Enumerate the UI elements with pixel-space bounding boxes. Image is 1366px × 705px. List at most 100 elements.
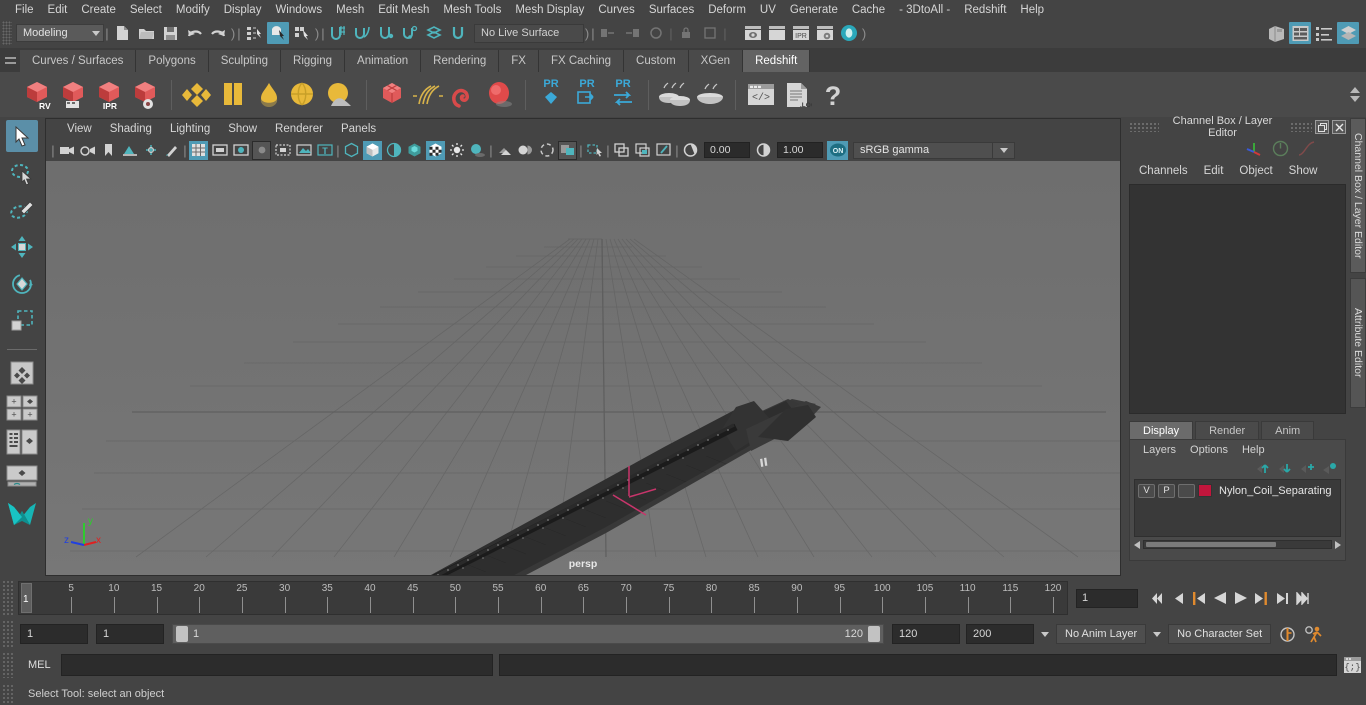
- step-forward-frame-icon[interactable]: [1252, 587, 1271, 609]
- construction-history-icon[interactable]: [645, 22, 667, 44]
- viewport-menu-panels[interactable]: Panels: [332, 121, 385, 137]
- grid-icon[interactable]: [189, 140, 208, 160]
- curve-icon[interactable]: [1297, 140, 1316, 157]
- render-settings-icon[interactable]: [814, 22, 836, 44]
- menu-file[interactable]: File: [8, 2, 41, 18]
- hypergraph-icon[interactable]: [1265, 22, 1287, 44]
- scale-tool[interactable]: [6, 305, 38, 337]
- snap-to-grid-icon[interactable]: [327, 22, 349, 44]
- open-scene-icon[interactable]: [135, 22, 157, 44]
- go-to-start-icon[interactable]: [1147, 587, 1166, 609]
- shadows-icon[interactable]: [468, 141, 487, 160]
- viewport-menu-renderer[interactable]: Renderer: [266, 121, 332, 137]
- gamma-field[interactable]: 1.00: [777, 142, 823, 158]
- live-surface-field[interactable]: No Live Surface: [474, 23, 584, 43]
- ipr-render-icon[interactable]: IPR: [790, 22, 812, 44]
- new-layer-icon[interactable]: [1300, 462, 1315, 475]
- go-to-end-icon[interactable]: [1294, 587, 1313, 609]
- shelf-redshift-hair[interactable]: [410, 75, 446, 115]
- shelf-redshift-help[interactable]: ?: [815, 75, 851, 115]
- move-layer-up-icon[interactable]: [1256, 462, 1271, 475]
- shelf-tab-fx[interactable]: FX: [499, 50, 539, 72]
- range-end-handle[interactable]: [868, 626, 880, 642]
- anim-layer-field[interactable]: No Anim Layer: [1056, 624, 1147, 644]
- time-slider-grip[interactable]: [2, 580, 14, 616]
- shelf-redshift-pr-transfer[interactable]: PR: [605, 75, 641, 115]
- wireframe-icon[interactable]: [342, 141, 361, 160]
- layer-tab-render[interactable]: Render: [1195, 421, 1260, 439]
- redo-icon[interactable]: [207, 22, 229, 44]
- menu-generate[interactable]: Generate: [783, 2, 845, 18]
- character-set-field[interactable]: No Character Set: [1168, 624, 1272, 644]
- channel-box-content[interactable]: [1129, 184, 1346, 414]
- layer-color-swatch[interactable]: [1198, 484, 1212, 497]
- current-frame-field[interactable]: 1: [1076, 588, 1138, 608]
- menu-modify[interactable]: Modify: [169, 2, 217, 18]
- outliner-icon[interactable]: [1289, 22, 1311, 44]
- motion-blur-icon[interactable]: [516, 141, 535, 160]
- image-plane-icon[interactable]: [120, 141, 139, 160]
- new-scene-icon[interactable]: [111, 22, 133, 44]
- channel-menu-show[interactable]: Show: [1281, 163, 1326, 179]
- shelf-redshift-incandescent[interactable]: [251, 75, 287, 115]
- shelf-tab-redshift[interactable]: Redshift: [743, 50, 811, 72]
- command-input[interactable]: [60, 654, 493, 676]
- menu-surfaces[interactable]: Surfaces: [642, 2, 701, 18]
- clock-icon[interactable]: [1272, 140, 1289, 157]
- rotate-tool[interactable]: [6, 268, 38, 300]
- shelf-redshift-render-view[interactable]: RV: [20, 75, 56, 115]
- step-back-keyframe-icon[interactable]: [1168, 587, 1187, 609]
- layer-scroll-thumb[interactable]: [1146, 542, 1276, 547]
- shaded-wireframe-icon[interactable]: [426, 140, 445, 160]
- exposure-field[interactable]: 0.00: [704, 142, 750, 158]
- viewport-menu-shading[interactable]: Shading: [101, 121, 161, 137]
- shelf-tab-rendering[interactable]: Rendering: [421, 50, 500, 72]
- status-line-grip[interactable]: [2, 21, 12, 45]
- highlight-selection-icon[interactable]: [699, 22, 721, 44]
- color-management-dropdown[interactable]: [993, 141, 1015, 159]
- shelf-tab-polygons[interactable]: Polygons: [136, 50, 209, 72]
- panel-drag-handle[interactable]: [1129, 122, 1159, 132]
- viewport-menu-view[interactable]: View: [58, 121, 101, 137]
- command-line-grip[interactable]: [2, 652, 14, 678]
- layer-row[interactable]: V P Nylon_Coil_Separating: [1138, 483, 1337, 498]
- save-scene-icon[interactable]: [159, 22, 181, 44]
- four-view-layout[interactable]: + + +: [5, 393, 39, 423]
- command-language-label[interactable]: MEL: [28, 659, 51, 671]
- select-camera-icon[interactable]: [57, 141, 76, 160]
- gate-mask-icon[interactable]: [252, 140, 271, 160]
- menu-uv[interactable]: UV: [753, 2, 783, 18]
- texture-label-icon[interactable]: T: [315, 141, 334, 160]
- shelf-redshift-proxy[interactable]: [374, 75, 410, 115]
- select-by-component-type-icon[interactable]: [291, 22, 313, 44]
- shelf-redshift-render-settings[interactable]: [128, 75, 164, 115]
- axis-triad-icon[interactable]: [1245, 140, 1264, 157]
- menu-redshift[interactable]: Redshift: [957, 2, 1013, 18]
- input-connections-icon[interactable]: [597, 22, 619, 44]
- command-output[interactable]: [498, 654, 1337, 676]
- range-slider-grip[interactable]: [2, 620, 14, 648]
- select-by-hierarchy-icon[interactable]: [243, 22, 265, 44]
- layer-horizontal-scrollbar[interactable]: [1134, 539, 1341, 550]
- zoom-region-icon[interactable]: [654, 141, 673, 160]
- smooth-shade-all-icon[interactable]: [384, 141, 403, 160]
- layer-tab-anim[interactable]: Anim: [1261, 421, 1315, 439]
- side-tab-channel-box[interactable]: Channel Box / Layer Editor: [1350, 118, 1366, 273]
- shelf-tab-curves-surfaces[interactable]: Curves / Surfaces: [20, 50, 137, 72]
- step-forward-keyframe-icon[interactable]: [1273, 587, 1292, 609]
- grease-pencil-icon[interactable]: [162, 141, 181, 160]
- channel-menu-object[interactable]: Object: [1231, 163, 1280, 179]
- panel-drag-handle-right[interactable]: [1290, 122, 1312, 132]
- layer-visibility-toggle[interactable]: V: [1138, 483, 1155, 498]
- menu-set-selector[interactable]: Modeling: [16, 24, 104, 42]
- scroll-right-icon[interactable]: [1335, 540, 1341, 549]
- shelf-scroll-down-icon[interactable]: [1350, 96, 1360, 102]
- anim-layer-dropdown-arrow[interactable]: [1038, 624, 1052, 644]
- viewport-menu-lighting[interactable]: Lighting: [161, 121, 219, 137]
- snap-to-view-plane-icon[interactable]: [423, 22, 445, 44]
- layer-scroll-track[interactable]: [1143, 540, 1332, 549]
- shelf-redshift-object-props[interactable]: [482, 75, 518, 115]
- menu-mesh[interactable]: Mesh: [329, 2, 371, 18]
- close-icon[interactable]: [1332, 120, 1346, 134]
- play-forwards-icon[interactable]: [1231, 587, 1250, 609]
